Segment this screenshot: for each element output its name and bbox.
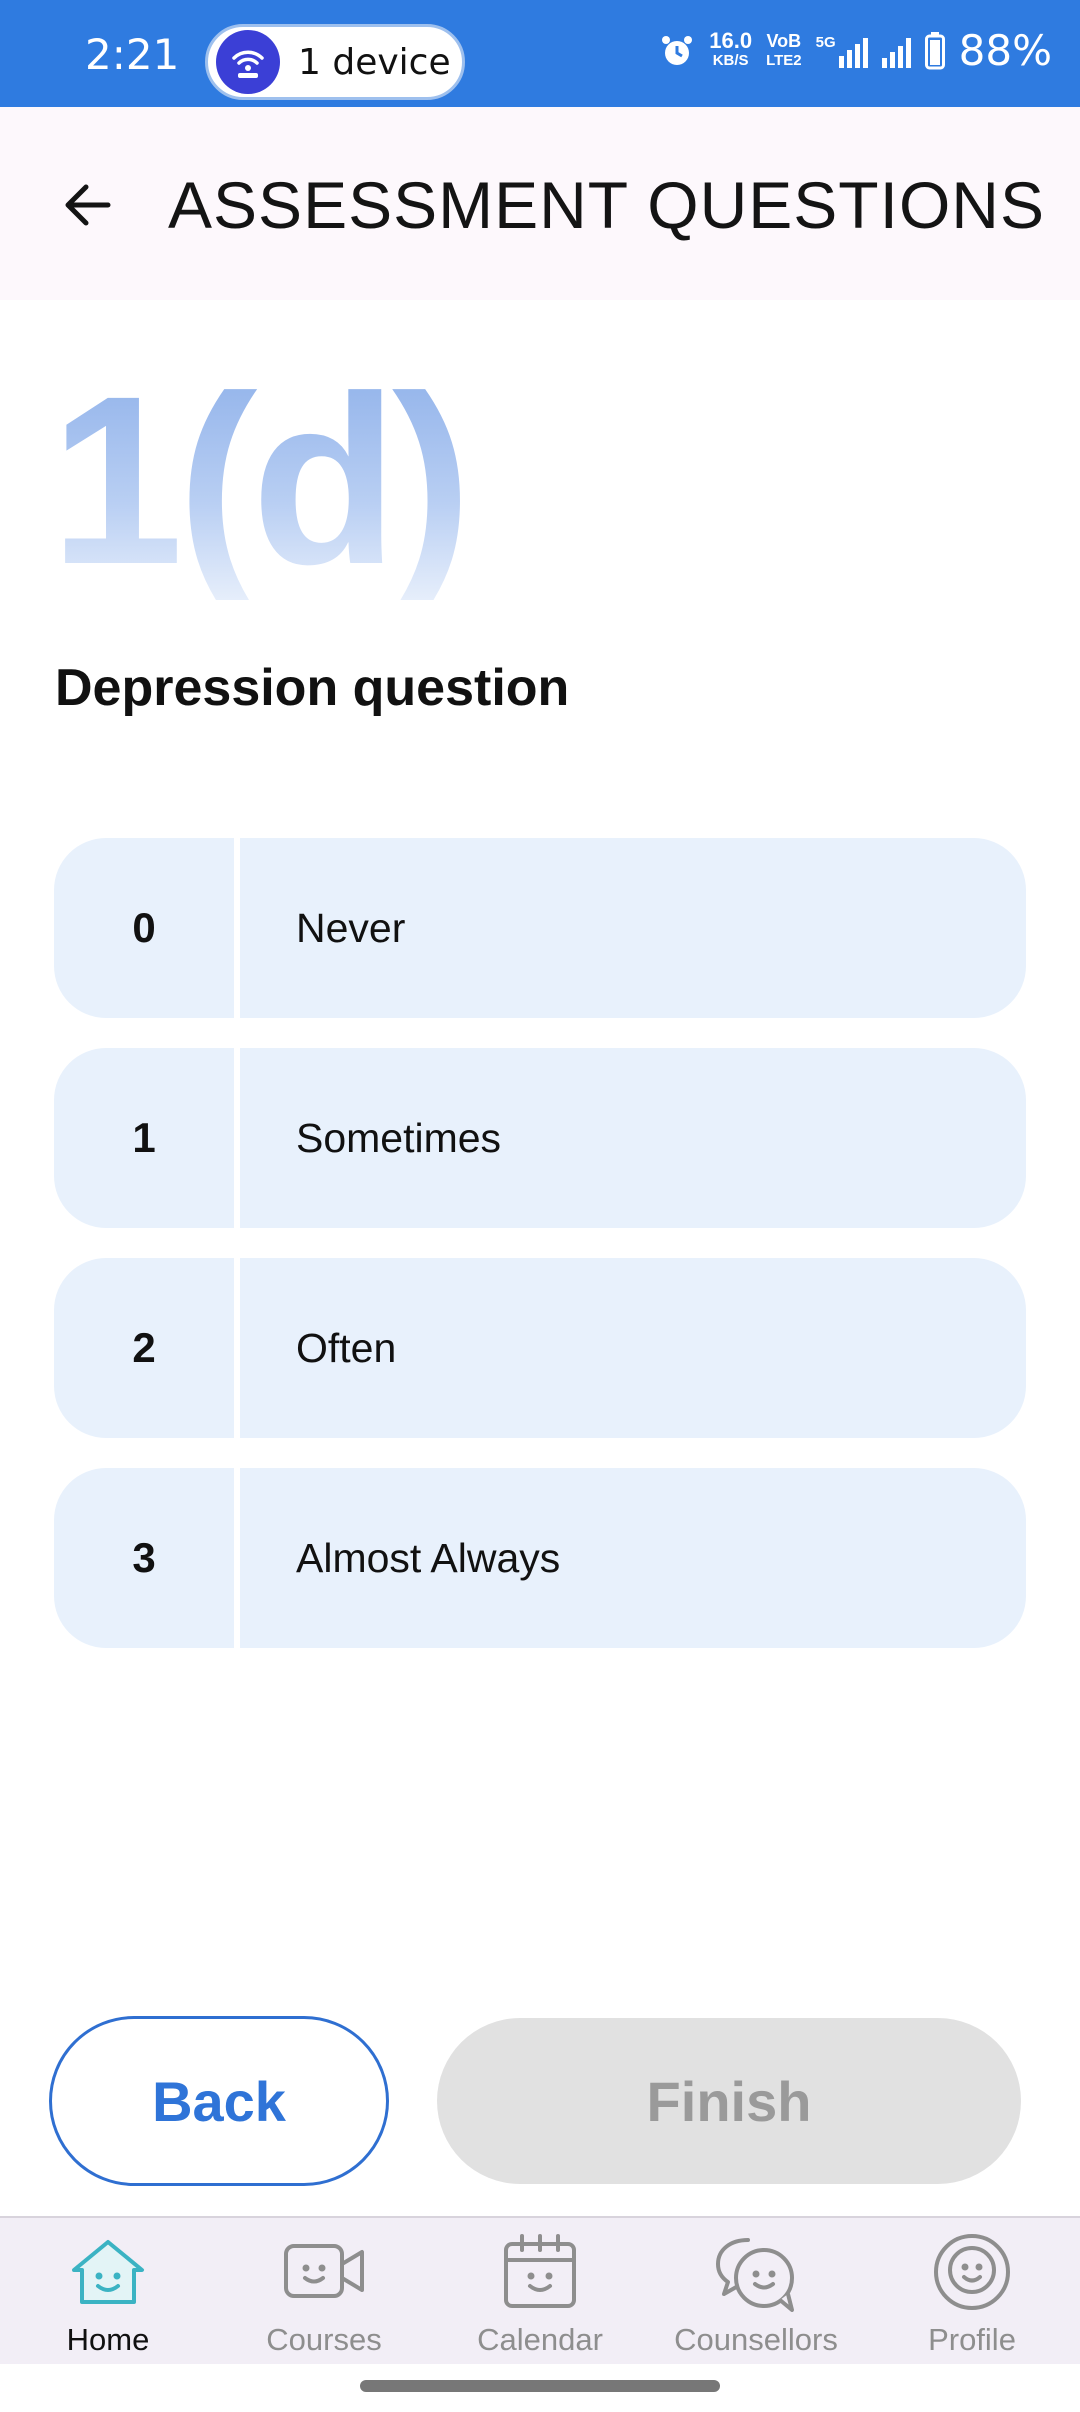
nav-item-profile[interactable]: Profile — [872, 2232, 1072, 2358]
finish-button[interactable]: Finish — [437, 2018, 1021, 2184]
answer-option-never[interactable]: 0 Never — [54, 838, 1026, 1018]
status-icons: 16.0 KB/S VoB LTE2 5G 88% — [659, 26, 1052, 75]
page-title: ASSESSMENT QUESTIONS — [168, 168, 1045, 242]
nav-label: Calendar — [477, 2322, 603, 2357]
answer-option-often[interactable]: 2 Often — [54, 1258, 1026, 1438]
signal-strength-icon — [881, 34, 911, 68]
back-button[interactable]: Back — [49, 2016, 389, 2186]
nav-label: Counsellors — [674, 2322, 838, 2357]
nav-label: Profile — [928, 2322, 1016, 2357]
gesture-handle[interactable] — [360, 2380, 720, 2392]
nav-item-counsellors[interactable]: Counsellors — [656, 2232, 856, 2358]
option-label: Often — [296, 1324, 397, 1371]
signal-5g-icon: 5G — [816, 34, 868, 68]
answer-option-almost-always[interactable]: 3 Almost Always — [54, 1468, 1026, 1648]
app-header: ASSESSMENT QUESTIONS — [0, 107, 1080, 300]
nav-item-courses[interactable]: Courses — [224, 2232, 424, 2358]
bottom-nav: Home Courses Calendar Counsellors Profil… — [0, 2216, 1080, 2364]
option-value: 0 — [54, 838, 240, 1018]
option-value: 3 — [54, 1468, 240, 1648]
hotspot-label: 1 device — [298, 41, 451, 83]
option-label: Sometimes — [296, 1114, 502, 1161]
gesture-area — [0, 2364, 1080, 2412]
nav-label: Courses — [266, 2322, 382, 2357]
option-label: Never — [296, 904, 406, 951]
question-title: Depression question — [55, 659, 570, 717]
back-arrow-icon[interactable] — [58, 175, 118, 235]
nav-item-home[interactable]: Home — [8, 2232, 208, 2358]
battery-level: 88% — [958, 26, 1052, 75]
wifi-hotspot-icon — [216, 30, 280, 94]
status-time: 2:21 — [85, 30, 180, 79]
volte-indicator: VoB LTE2 — [766, 30, 802, 69]
profile-icon — [934, 2234, 1010, 2310]
calendar-icon — [504, 2234, 576, 2308]
net-speed: 16.0 KB/S — [709, 27, 753, 69]
option-value: 1 — [54, 1048, 240, 1228]
option-value: 2 — [54, 1258, 240, 1438]
question-number: 1(d) — [50, 346, 472, 614]
video-camera-icon — [284, 2244, 364, 2298]
hotspot-pill[interactable]: 1 device — [205, 24, 465, 100]
battery-icon — [924, 31, 945, 69]
option-label: Almost Always — [296, 1534, 561, 1581]
nav-item-calendar[interactable]: Calendar — [440, 2232, 640, 2358]
alarm-icon — [662, 35, 693, 65]
chat-bubbles-icon — [716, 2238, 794, 2312]
status-bar: 2:21 1 device 16.0 KB/S VoB LTE2 5G 88% — [0, 0, 1080, 107]
answer-option-sometimes[interactable]: 1 Sometimes — [54, 1048, 1026, 1228]
home-icon — [72, 2240, 144, 2304]
nav-label: Home — [66, 2322, 150, 2357]
